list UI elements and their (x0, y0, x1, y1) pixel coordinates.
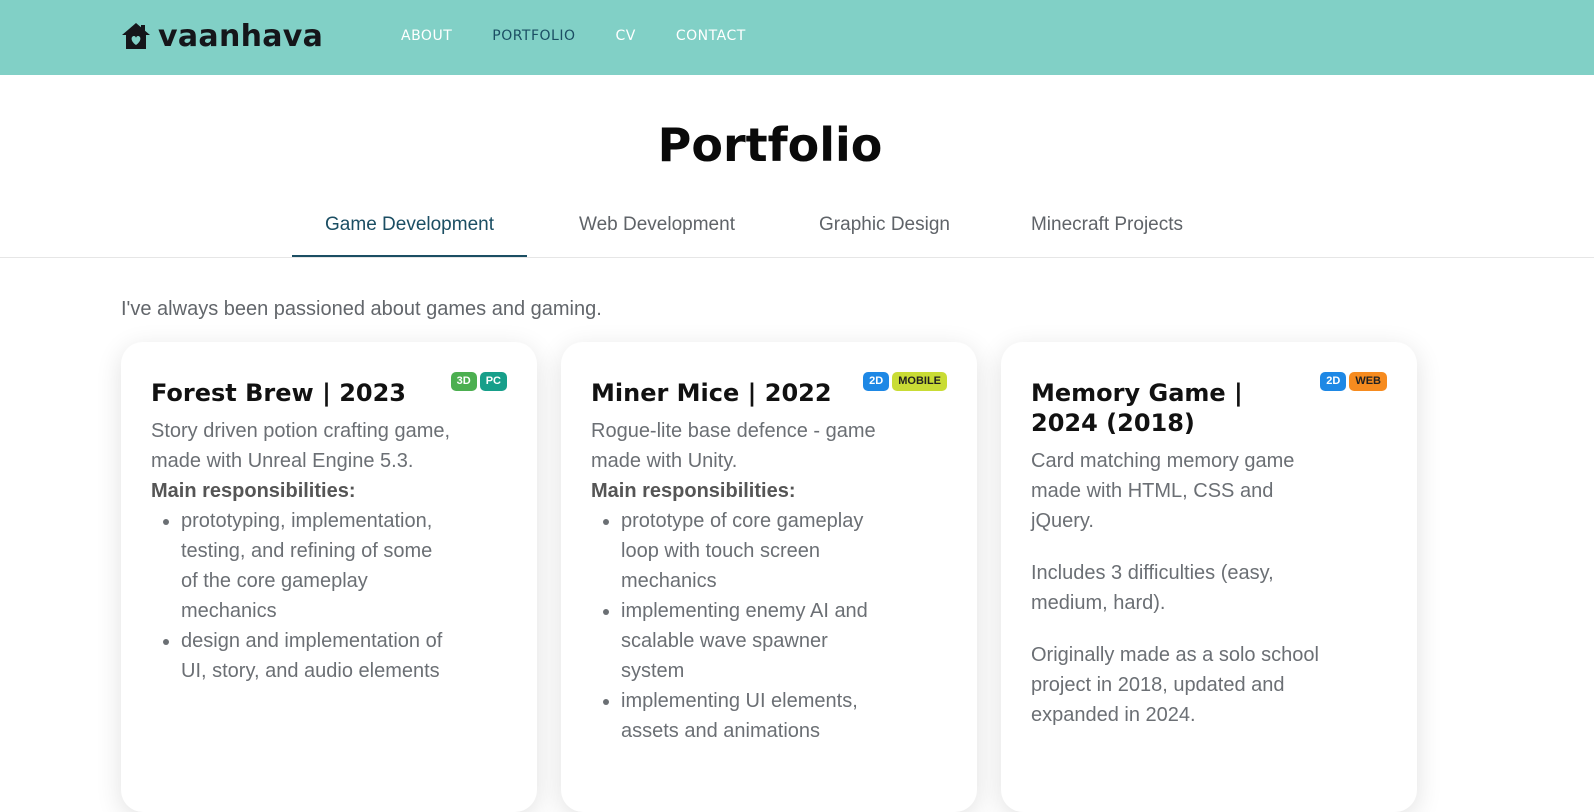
tag-badge: MOBILE (892, 372, 947, 391)
project-card-miner-mice: 2D MOBILE Miner Mice | 2022 Rogue-lite b… (561, 342, 977, 812)
tab-web-development[interactable]: Web Development (557, 200, 757, 256)
card-title: Miner Mice | 2022 (591, 379, 832, 407)
portfolio-tabs: Game Development Web Development Graphic… (0, 200, 1594, 258)
tag-badge: 3D (450, 372, 477, 391)
tag-list: 3D PC (450, 372, 507, 391)
page-title: Portfolio (657, 118, 883, 172)
logo-text: vaanhava (158, 18, 324, 54)
tag-list: 2D MOBILE (863, 372, 947, 391)
card-body: Rogue-lite base defence - game made with… (591, 416, 891, 746)
list-item: design and implementation of UI, story, … (181, 626, 451, 686)
tab-minecraft-projects[interactable]: Minecraft Projects (1012, 200, 1202, 256)
main-nav: ABOUT PORTFOLIO CV CONTACT (401, 26, 786, 46)
site-logo[interactable]: vaanhava (120, 16, 323, 56)
tag-badge: WEB (1349, 372, 1387, 391)
tag-badge: 2D (1320, 372, 1347, 391)
responsibilities-list: prototyping, implementation, testing, an… (151, 506, 451, 686)
list-item: implementing enemy AI and scalable wave … (621, 596, 891, 686)
nav-about[interactable]: ABOUT (401, 26, 452, 46)
list-item: prototyping, implementation, testing, an… (181, 506, 451, 626)
tag-list: 2D WEB (1320, 372, 1387, 391)
responsibilities-label: Main responsibilities: (151, 480, 356, 502)
project-card-memory-game: 2D WEB Memory Game | 2024 (2018) Card ma… (1001, 342, 1417, 812)
top-navigation-bar: vaanhava ABOUT PORTFOLIO CV CONTACT (0, 0, 1594, 75)
responsibilities-label: Main responsibilities: (591, 480, 796, 502)
nav-contact[interactable]: CONTACT (676, 26, 746, 46)
tab-game-development[interactable]: Game Development (292, 200, 527, 257)
nav-cv[interactable]: CV (616, 26, 636, 46)
card-title: Forest Brew | 2023 (151, 379, 406, 407)
list-item: implementing UI elements, assets and ani… (621, 686, 891, 746)
card-description: Story driven potion crafting game, made … (151, 420, 451, 472)
tag-badge: PC (479, 372, 507, 391)
home-heart-icon (122, 23, 150, 49)
list-item: prototype of core gameplay loop with tou… (621, 506, 891, 596)
nav-portfolio[interactable]: PORTFOLIO (492, 26, 575, 46)
card-body: Story driven potion crafting game, made … (151, 416, 451, 686)
intro-text: I've always been passioned about games a… (121, 298, 602, 320)
project-card-forest-brew: 3D PC Forest Brew | 2023 Story driven po… (121, 342, 537, 812)
tab-graphic-design[interactable]: Graphic Design (787, 200, 982, 256)
card-description: Rogue-lite base defence - game made with… (591, 420, 876, 472)
card-title: Memory Game | 2024 (2018) (1031, 379, 1243, 437)
card-body: Card matching memory game made with HTML… (1031, 446, 1331, 730)
card-paragraph: Card matching memory game made with HTML… (1031, 450, 1295, 532)
card-paragraph: Originally made as a solo school project… (1031, 644, 1319, 726)
responsibilities-list: prototype of core gameplay loop with tou… (591, 506, 891, 746)
card-paragraph: Includes 3 difficulties (easy, medium, h… (1031, 562, 1274, 614)
